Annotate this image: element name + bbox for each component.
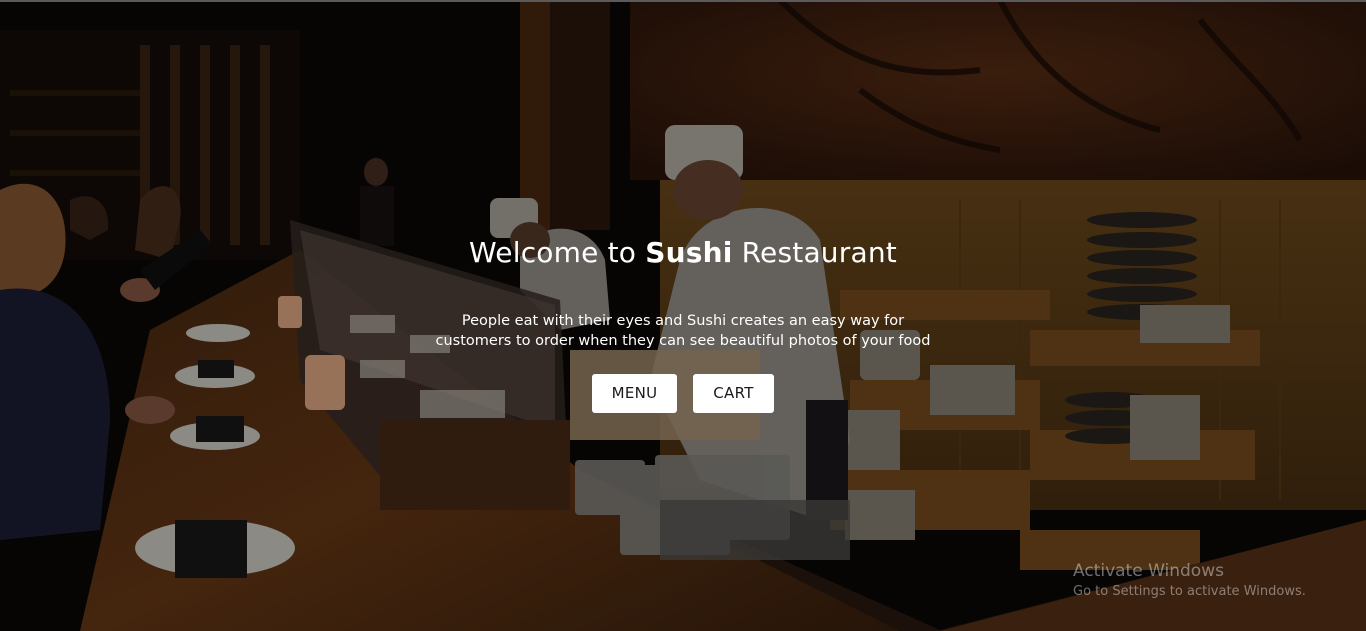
hero-title: Welcome to Sushi Restaurant	[0, 236, 1366, 269]
cart-button[interactable]: CART	[693, 374, 774, 413]
menu-button[interactable]: MENU	[592, 374, 677, 413]
hero-title-suffix: Restaurant	[741, 236, 897, 269]
top-border	[0, 0, 1366, 2]
activate-windows-watermark: Activate Windows Go to Settings to activ…	[1073, 560, 1306, 602]
hero-section: Welcome to Sushi Restaurant People eat w…	[0, 0, 1366, 631]
hero-title-brand: Sushi	[645, 236, 733, 269]
hero-tagline-line1: People eat with their eyes and Sushi cre…	[461, 313, 905, 329]
hero-tagline: People eat with their eyes and Sushi cre…	[420, 311, 946, 351]
hero-title-prefix: Welcome to	[469, 236, 637, 269]
watermark-title: Activate Windows	[1073, 561, 1224, 581]
watermark-subtitle: Go to Settings to activate Windows.	[1073, 584, 1306, 599]
hero-tagline-line2: customers to order when they can see bea…	[435, 333, 931, 349]
